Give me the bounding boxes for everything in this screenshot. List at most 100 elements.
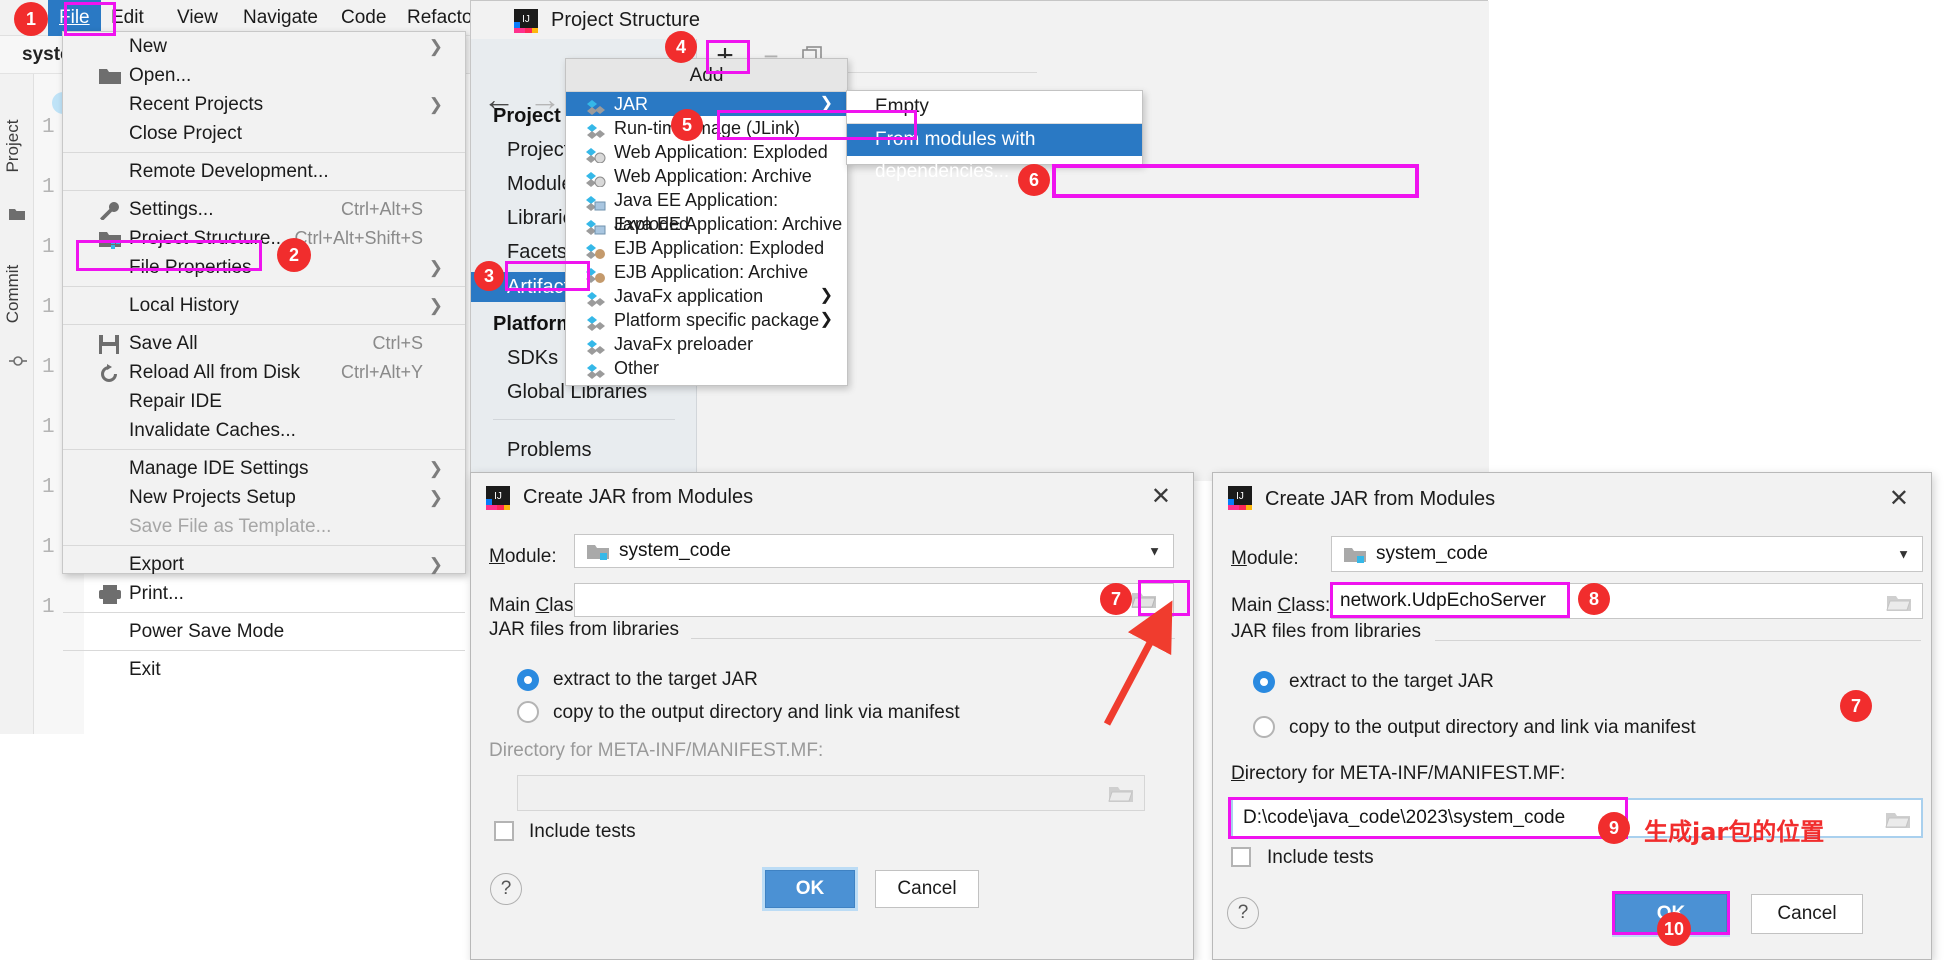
chinese-annotation: 生成jar包的位置	[1644, 818, 1825, 846]
menu-item-label: Repair IDE	[129, 391, 222, 412]
add-menu-item-web-application-exploded[interactable]: Web Application: Exploded	[566, 140, 847, 164]
menu-item-label: Invalidate Caches...	[129, 420, 296, 441]
step-badge-7-left: 7	[1100, 583, 1132, 615]
include-tests-checkbox[interactable]	[1231, 847, 1251, 867]
sidebar-item-facets[interactable]: Facets	[507, 241, 567, 264]
radio-copy-to-output[interactable]	[1253, 716, 1275, 738]
rail-commit-label[interactable]: Commit	[3, 259, 23, 329]
rail-project-label[interactable]: Project	[3, 111, 23, 181]
add-menu-item-ejb-application-archive[interactable]: EJB Application: Archive	[566, 260, 847, 284]
other-icon	[586, 361, 606, 379]
file-menu-item-new[interactable]: New ❯	[63, 32, 465, 61]
file-menu-item-manage-ide-settings[interactable]: Manage IDE Settings ❯	[63, 454, 465, 483]
include-tests-checkbox[interactable]	[494, 821, 514, 841]
mainclass-input[interactable]	[574, 583, 1174, 617]
submenu-item-from-modules[interactable]: From modules with dependencies...	[847, 124, 1142, 182]
ejb-icon	[586, 241, 606, 259]
line-number: 1	[42, 416, 55, 439]
file-menu-item-file-properties[interactable]: File Properties ❯	[63, 253, 465, 282]
submenu-item-empty[interactable]: Empty	[847, 91, 1142, 123]
file-menu-item-export[interactable]: Export ❯	[63, 550, 465, 579]
add-menu-item-label: Java EE Application: Archive	[614, 214, 843, 234]
module-combo[interactable]: system_code ▼	[574, 534, 1174, 568]
file-menu-item-invalidate-caches[interactable]: Invalidate Caches...	[63, 416, 465, 445]
mainclass-value: network.UdpEchoServer	[1340, 590, 1546, 611]
file-menu-item-new-projects-setup[interactable]: New Projects Setup ❯	[63, 483, 465, 512]
folder-icon	[9, 207, 25, 221]
intellij-logo-icon: IJ	[1227, 485, 1253, 511]
file-menu-item-save-all[interactable]: Save All Ctrl+S	[63, 329, 465, 358]
add-menu-item-javafx-preloader[interactable]: JavaFx preloader	[566, 332, 847, 356]
browse-folder-icon[interactable]	[1108, 784, 1134, 804]
line-number: 1	[42, 236, 55, 259]
add-artifact-menu[interactable]: Add JAR ❯ Run-time image (JLink) Web Applic…	[565, 58, 848, 386]
module-icon	[1344, 546, 1366, 564]
sidebar-item-sdks[interactable]: SDKs	[507, 347, 558, 370]
module-combo[interactable]: system_code ▼	[1331, 536, 1923, 572]
intellij-logo-icon: IJ	[485, 485, 511, 511]
menu-item-label: Reload All from Disk	[129, 362, 301, 383]
radio-copy-label: copy to the output directory and link vi…	[553, 702, 960, 723]
file-menu-item-settings[interactable]: Settings... Ctrl+Alt+S	[63, 195, 465, 224]
file-menu-item-repair-ide[interactable]: Repair IDE	[63, 387, 465, 416]
module-icon	[99, 229, 121, 249]
add-menu-item-java-ee-application-archive[interactable]: Java EE Application: Archive	[566, 212, 847, 236]
file-menu-item-remote-development[interactable]: Remote Development...	[63, 157, 465, 186]
add-menu-item-ejb-application-exploded[interactable]: EJB Application: Exploded	[566, 236, 847, 260]
include-tests-label: Include tests	[529, 821, 636, 842]
step-badge-7-right: 7	[1840, 690, 1872, 722]
file-menu-item-print[interactable]: Print...	[63, 579, 465, 608]
step-badge-2: 2	[277, 238, 311, 272]
close-icon[interactable]: ✕	[1151, 485, 1171, 509]
step-badge-3: 3	[474, 261, 504, 291]
tool-window-rail: Project Commit	[0, 74, 34, 734]
ok-button[interactable]: OK	[765, 870, 855, 908]
add-menu-item-jar[interactable]: JAR ❯	[566, 92, 847, 116]
file-menu-item-open[interactable]: Open...	[63, 61, 465, 90]
radio-extract-to-target[interactable]	[517, 669, 539, 691]
chevron-down-icon[interactable]: ▼	[1897, 547, 1910, 562]
sidebar-divider	[493, 419, 675, 420]
file-menu-popup[interactable]: New ❯ Open... Recent Projects ❯ Close Project…	[62, 31, 466, 680]
radio-extract-to-target[interactable]	[1253, 671, 1275, 693]
cancel-button[interactable]: Cancel	[875, 870, 979, 908]
menu-item-label: Local History	[129, 295, 239, 316]
help-button[interactable]: ?	[1227, 897, 1259, 929]
add-menu-item-run-time-image-jlink[interactable]: Run-time image (JLink)	[566, 116, 847, 140]
cancel-button[interactable]: Cancel	[1751, 894, 1863, 934]
line-number: 1	[42, 176, 55, 199]
jar-submenu[interactable]: Empty From modules with dependencies...	[846, 90, 1143, 182]
sidebar-item-project[interactable]: Project	[507, 139, 569, 162]
browse-folder-icon[interactable]	[1885, 810, 1911, 830]
file-menu-item-local-history[interactable]: Local History ❯	[63, 291, 465, 320]
javaee-icon	[586, 193, 606, 211]
add-menu-item-java-ee-application-exploded[interactable]: Java EE Application: Exploded	[566, 188, 847, 234]
chevron-right-icon: ❯	[428, 296, 443, 315]
chevron-right-icon: ❯	[428, 459, 443, 478]
browse-folder-icon[interactable]	[1886, 593, 1912, 613]
menu-item-label: Close Project	[129, 123, 242, 144]
radio-extract-label: extract to the target JAR	[553, 669, 758, 690]
file-menu-item-recent-projects[interactable]: Recent Projects ❯	[63, 90, 465, 119]
chevron-right-icon: ❯	[819, 311, 833, 328]
file-menu-item-save-file-as-template[interactable]: Save File as Template...	[63, 512, 465, 541]
sidebar-item-problems[interactable]: Problems	[507, 439, 591, 462]
file-menu-item-close-project[interactable]: Close Project	[63, 119, 465, 148]
add-menu-item-other[interactable]: Other	[566, 356, 847, 380]
radio-extract-label: extract to the target JAR	[1289, 671, 1494, 692]
menu-item-label: Remote Development...	[129, 161, 329, 182]
chevron-down-icon[interactable]: ▼	[1148, 544, 1161, 559]
add-menu-item-javafx-application[interactable]: JavaFx application ❯	[566, 284, 847, 308]
file-menu-item-project-structure[interactable]: Project Structure... Ctrl+Alt+Shift+S	[63, 224, 465, 253]
manifest-dir-input[interactable]	[517, 775, 1145, 811]
add-menu-item-platform-specific-package[interactable]: Platform specific package ❯	[566, 308, 847, 332]
add-menu-item-web-application-archive[interactable]: Web Application: Archive	[566, 164, 847, 188]
file-menu-item-exit[interactable]: Exit	[63, 655, 465, 684]
radio-copy-to-output[interactable]	[517, 701, 539, 723]
mainclass-input[interactable]: network.UdpEchoServer	[1331, 583, 1923, 619]
help-button[interactable]: ?	[490, 873, 522, 905]
close-icon[interactable]: ✕	[1889, 487, 1909, 511]
file-menu-item-power-save-mode[interactable]: Power Save Mode	[63, 617, 465, 646]
file-menu-item-reload-all-from-disk[interactable]: Reload All from Disk Ctrl+Alt+Y	[63, 358, 465, 387]
dialog-title: Create JAR from Modules	[1265, 488, 1496, 510]
